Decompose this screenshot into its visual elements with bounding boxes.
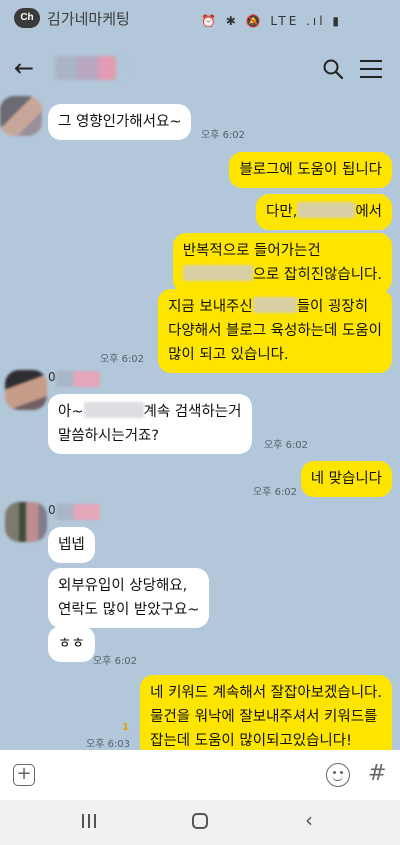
message-line: 말씀하시는거죠? xyxy=(58,428,160,444)
message-text: 들이 굉장히 xyxy=(296,299,369,315)
incoming-message: 아~ 계속 검색하는거 말씀하시는거죠? xyxy=(48,394,252,454)
outgoing-message: 다만, 에서 xyxy=(256,194,392,230)
message-time: 오후 6:02 xyxy=(93,656,138,667)
menu-icon[interactable] xyxy=(360,60,382,78)
sender-name-prefix: 0 xyxy=(48,503,56,517)
message-text: ㅎㅎ xyxy=(58,636,85,652)
redacted-text xyxy=(252,297,297,313)
message-line: 많이 되고 있습니다. xyxy=(168,347,289,363)
back-icon[interactable]: ‹ xyxy=(305,808,313,832)
home-icon[interactable] xyxy=(192,813,208,829)
sender-name-prefix: 0 xyxy=(48,370,56,384)
channel-badge-icon: Ch xyxy=(14,8,40,28)
status-bar: Ch 김가네마케팅 ⏰ ✱ 🔕 LTE .ıl ▮ xyxy=(0,0,400,42)
outgoing-message: 반복적으로 들어가는건 으로 잡히진않습니다. xyxy=(172,233,392,293)
outgoing-message: 블로그에 도움이 됩니다 xyxy=(229,152,392,188)
outgoing-message: 네 맞습니다 xyxy=(300,461,392,497)
plus-icon[interactable]: + xyxy=(13,764,35,786)
incoming-message: 그 영향인가해서요~ xyxy=(48,104,192,140)
avatar[interactable] xyxy=(5,502,47,542)
avatar[interactable] xyxy=(0,96,42,136)
outgoing-message: 네 키워드 계속해서 잘잡아보겠습니다. 물건을 워낙에 잘보내주셔서 키워드를… xyxy=(140,675,392,759)
message-time: 오후 6:03 xyxy=(86,739,131,750)
message-line: 네 키워드 계속해서 잘잡아보겠습니다. xyxy=(150,685,382,701)
message-time: 오후 6:02 xyxy=(201,130,246,141)
status-icons: ⏰ ✱ 🔕 LTE .ıl ▮ xyxy=(200,14,342,28)
message-line: 외부유입이 상당해요, xyxy=(58,578,188,594)
incoming-message: 외부유입이 상당해요, 연락도 많이 받았구요~ xyxy=(48,568,210,628)
chat-title-redacted xyxy=(55,56,127,80)
sender-name: 0 xyxy=(48,370,56,384)
message-text: 네 맞습니다 xyxy=(310,471,382,487)
message-text: 블로그에 도움이 됩니다 xyxy=(239,162,382,178)
message-text: 지금 보내주신 xyxy=(168,299,253,315)
message-text: 다만, xyxy=(266,204,298,220)
message-text: 그 영향인가해서요~ xyxy=(58,114,182,130)
search-icon[interactable] xyxy=(322,58,344,80)
unread-count: 1 xyxy=(122,722,129,733)
system-nav-bar: ‹ xyxy=(0,800,400,845)
message-time: 오후 6:02 xyxy=(100,354,145,365)
redacted-text xyxy=(297,202,356,218)
message-line: 연락도 많이 받았구요~ xyxy=(58,602,200,618)
incoming-message: 넵넵 xyxy=(48,527,95,563)
hash-icon[interactable]: # xyxy=(368,761,386,786)
message-line: 물건을 워낙에 잘보내주셔서 키워드를 xyxy=(150,709,378,725)
message-text: 계속 검색하는거 xyxy=(143,404,242,420)
message-time: 오후 6:02 xyxy=(253,487,298,498)
emoji-icon[interactable] xyxy=(326,763,350,787)
recent-apps-icon[interactable] xyxy=(82,814,98,828)
incoming-message: ㅎㅎ xyxy=(48,626,95,662)
message-line: 으로 잡히진않습니다. xyxy=(252,267,382,283)
notification-app-name: 김가네마케팅 xyxy=(47,10,130,28)
sender-name-redacted xyxy=(56,371,100,387)
message-line: 반복적으로 들어가는건 xyxy=(182,243,321,259)
sender-name: 0 xyxy=(48,503,56,517)
avatar[interactable] xyxy=(5,370,47,410)
message-text: 넵넵 xyxy=(58,537,85,553)
redacted-text xyxy=(83,402,144,418)
redacted-text xyxy=(182,265,253,281)
chat-header: ← xyxy=(0,42,400,96)
sender-name-redacted xyxy=(56,504,100,520)
message-time: 오후 6:02 xyxy=(264,440,309,451)
back-arrow-icon[interactable]: ← xyxy=(14,54,34,82)
message-line: 다양해서 블로그 육성하는데 도움이 xyxy=(168,323,382,339)
message-input-bar: + # xyxy=(0,750,400,800)
message-text: 아~ xyxy=(58,404,84,420)
outgoing-message: 지금 보내주신 들이 굉장히 다양해서 블로그 육성하는데 도움이 많이 되고 있… xyxy=(158,289,392,373)
message-text: 에서 xyxy=(355,204,382,220)
